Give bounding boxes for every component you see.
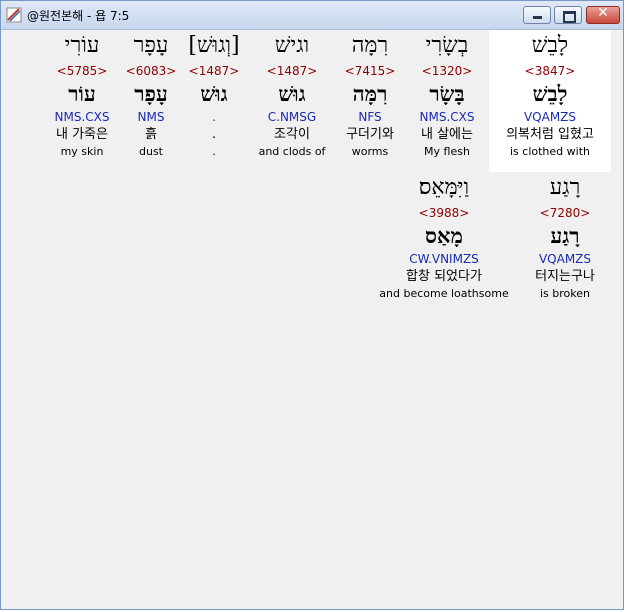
hebrew-word: עוֹרִי (64, 33, 100, 58)
english-gloss: dust (139, 145, 163, 158)
parsing-code: NMS.CXS (54, 110, 110, 124)
word-cell[interactable]: רִמָּה <7415> רִמָּה NFS 구더기와 worms (325, 30, 415, 160)
minimize-icon (533, 16, 542, 19)
app-icon (6, 7, 22, 23)
lemma-word: גוּשׁ (278, 81, 306, 106)
parsing-code: . (212, 110, 216, 124)
word-cell[interactable]: וגישׁ <1487> גוּשׁ C.NMSG 조각이 and clods … (247, 30, 337, 160)
parsing-code: C.NMSG (267, 110, 317, 124)
lemma-word: עָפָר (134, 81, 168, 106)
korean-gloss: 내 가죽은 (56, 127, 108, 142)
hebrew-word: וגישׁ (274, 33, 310, 58)
word-cell[interactable]: רָגַע <7280> רָגַע VQAMZS 터지는구나 is broke… (505, 172, 625, 302)
parsing-code: NFS (358, 110, 382, 124)
strong-number[interactable]: <1487> (247, 62, 337, 80)
parsing-code: NMS (137, 110, 165, 124)
english-gloss: worms (351, 145, 389, 158)
window-title: @원전본해 - 욥 7:5 (27, 9, 130, 23)
strong-number[interactable]: <7415> (325, 62, 415, 80)
korean-gloss: 구더기와 (346, 127, 394, 142)
close-icon: ✕ (597, 5, 609, 21)
word-cell[interactable]: וַיִּמָּאֵס׃ <3988> מָאַס CW.VNIMZS 합창 되… (369, 172, 519, 302)
hebrew-word: רָגַע (549, 175, 581, 200)
hebrew-word: לָבֵשׁ (531, 33, 569, 58)
strong-number[interactable]: <3988> (369, 204, 519, 222)
hebrew-word: רִמָּה (351, 33, 389, 58)
word-cell[interactable]: [וְגוּשׁ] <1487> גוּשׁ . . . (181, 30, 247, 160)
korean-gloss: 조각이 (274, 127, 310, 142)
parsing-code: CW.VNIMZS (409, 252, 479, 266)
strong-number[interactable]: <1487> (181, 62, 247, 80)
lemma-word: גוּשׁ (200, 81, 228, 106)
lemma-word: לָבֵשׁ (532, 81, 568, 106)
parsing-code: VQAMZS (538, 252, 592, 266)
korean-gloss: . (211, 127, 217, 142)
maximize-button[interactable] (554, 6, 582, 24)
lemma-word: רִמָּה (352, 81, 388, 106)
hebrew-word: [וְגוּשׁ] (188, 33, 240, 58)
strong-number[interactable]: <7280> (505, 204, 625, 222)
english-gloss: is clothed with (510, 145, 590, 158)
close-button[interactable]: ✕ (586, 5, 620, 24)
english-gloss: and clods of (258, 145, 326, 158)
english-gloss: my skin (60, 145, 104, 158)
lemma-word: רָגַע (550, 223, 580, 248)
english-gloss: and become loathsome (379, 287, 509, 300)
strong-number[interactable]: <5785> (45, 62, 119, 80)
hebrew-word: וַיִּמָּאֵס׃ (418, 175, 470, 200)
korean-gloss: 터지는구나 (535, 269, 595, 284)
word-cell[interactable]: עוֹרִי <5785> עוֹר NMS.CXS 내 가죽은 my skin (45, 30, 119, 160)
parsing-code: VQAMZS (523, 110, 577, 124)
hebrew-word: עָפָר (133, 33, 169, 58)
lemma-word: עוֹר (68, 81, 96, 106)
word-cell[interactable]: עָפָר <6083> עָפָר NMS 흙 dust (121, 30, 181, 160)
word-cell[interactable]: לָבֵשׁ <3847> לָבֵשׁ VQAMZS 의복처럼 입혔고 is … (489, 30, 611, 172)
strong-number[interactable]: <6083> (121, 62, 181, 80)
minimize-button[interactable] (523, 6, 551, 24)
korean-gloss: 의복처럼 입혔고 (506, 127, 594, 142)
maximize-icon (563, 11, 576, 23)
app-window: @원전본해 - 욥 7:5 ✕ לָבֵשׁ <3847> לָבֵשׁ VQA… (0, 0, 624, 610)
english-gloss: is broken (540, 287, 590, 300)
lemma-word: מָאַס (425, 223, 463, 248)
english-gloss: . (212, 145, 216, 158)
korean-gloss: 합창 되었다가 (406, 269, 482, 284)
interlinear-view: לָבֵשׁ <3847> לָבֵשׁ VQAMZS 의복처럼 입혔고 is … (5, 30, 619, 606)
strong-number[interactable]: <3847> (489, 62, 611, 80)
title-bar[interactable]: @원전본해 - 욥 7:5 ✕ (1, 1, 623, 30)
korean-gloss: 흙 (145, 127, 157, 142)
